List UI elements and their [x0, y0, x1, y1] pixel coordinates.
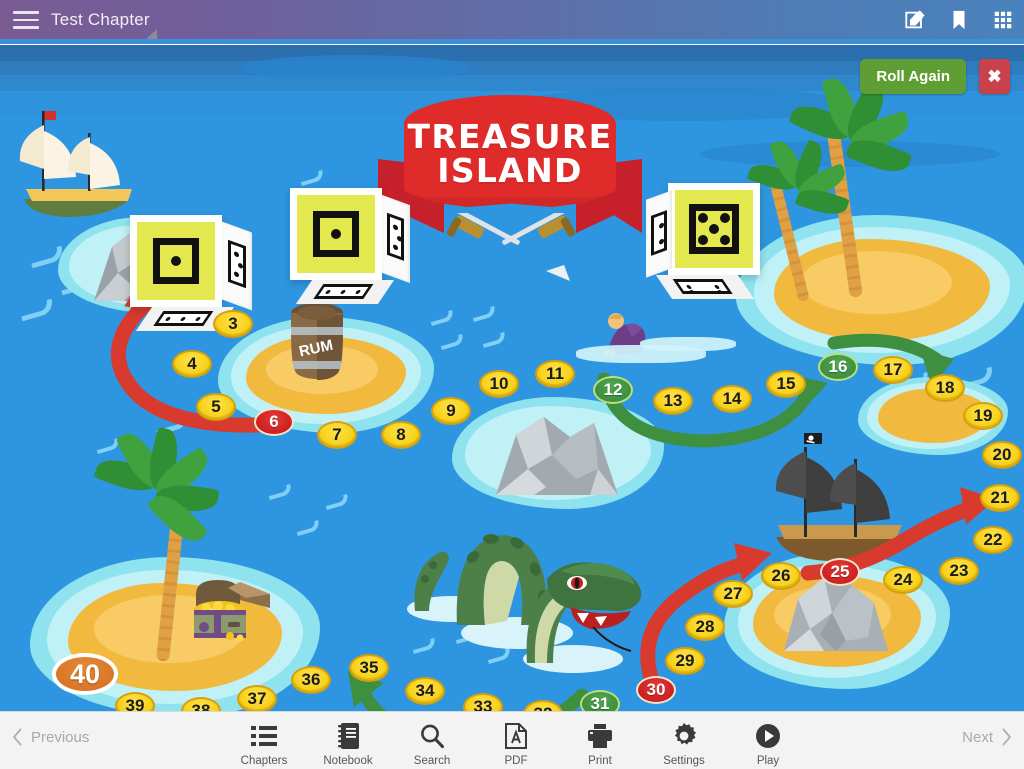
board-space-20[interactable]: 20 [982, 441, 1022, 469]
tool-chapters-label: Chapters [240, 755, 288, 767]
board-space-40[interactable]: 40 [52, 653, 118, 695]
tool-pdf-label: PDF [504, 755, 528, 767]
bottom-toolbar: Previous Chapters Notebook Search PDF Pr… [0, 711, 1024, 769]
board-space-35[interactable]: 35 [349, 654, 389, 682]
board-space-9[interactable]: 9 [431, 397, 471, 425]
board-space-13[interactable]: 13 [653, 387, 693, 415]
board-space-7[interactable]: 7 [317, 421, 357, 449]
board-space-34[interactable]: 34 [405, 677, 445, 705]
tool-search[interactable]: Search [390, 717, 474, 767]
tool-notebook-label: Notebook [323, 755, 373, 767]
hamburger-menu-icon[interactable] [13, 11, 39, 29]
board-space-25[interactable]: 25 [820, 558, 860, 586]
board-space-16[interactable]: 16 [818, 353, 858, 381]
palm-tree-bottom-left [93, 426, 220, 662]
previous-button[interactable]: Previous [12, 728, 89, 746]
tool-play-label: Play [756, 755, 780, 767]
top-bar-actions [904, 0, 1014, 40]
board-space-19[interactable]: 19 [963, 402, 1003, 430]
sea-serpent [395, 513, 655, 677]
banner-line-2: ISLAND [437, 151, 583, 190]
gear-icon [671, 721, 697, 751]
game-board: RUM TREASURE ISLAND 3 4 5 6 7 8 9 10 11 … [0, 45, 1024, 711]
top-navigation-bar: Test Chapter [0, 0, 1024, 44]
search-icon [419, 721, 445, 751]
palm-tree-top-right-b [746, 136, 850, 303]
printer-icon [587, 721, 613, 751]
tool-settings-label: Settings [663, 755, 705, 767]
chevron-left-icon [12, 728, 22, 746]
swimmer-water-foam-2 [640, 337, 736, 351]
board-space-17[interactable]: 17 [873, 356, 913, 384]
board-space-36[interactable]: 36 [291, 666, 331, 694]
board-space-12[interactable]: 12 [593, 376, 633, 404]
board-space-24[interactable]: 24 [883, 566, 923, 594]
roll-again-button[interactable]: Roll Again [860, 59, 966, 94]
page-title: Test Chapter [51, 10, 150, 29]
close-button[interactable]: ✖ [979, 59, 1010, 94]
pirate-ship-right [760, 425, 910, 570]
island-palm-top-right [736, 215, 1024, 365]
board-space-29[interactable]: 29 [665, 647, 705, 675]
tool-notebook[interactable]: Notebook [306, 717, 390, 767]
board-space-14[interactable]: 14 [712, 385, 752, 413]
sailing-ship-top-left [10, 103, 150, 225]
tool-chapters[interactable]: Chapters [222, 717, 306, 767]
board-space-6[interactable]: 6 [254, 408, 294, 436]
board-space-21[interactable]: 21 [980, 484, 1020, 512]
tool-print[interactable]: Print [558, 717, 642, 767]
tab-notch-decoration [145, 29, 157, 40]
board-space-4[interactable]: 4 [172, 350, 212, 378]
board-space-10[interactable]: 10 [479, 370, 519, 398]
app-root: Test Chapter RUM TREASURE ISLAND 3 4 5 6… [0, 0, 1024, 769]
list-icon [251, 721, 277, 751]
board-space-18[interactable]: 18 [925, 374, 965, 402]
island-rocks-center [452, 397, 664, 509]
treasure-chest [184, 570, 280, 642]
rum-barrel: RUM [284, 301, 350, 385]
banner-body: TREASURE ISLAND [404, 95, 616, 207]
board-space-5[interactable]: 5 [196, 393, 236, 421]
board-space-3[interactable]: 3 [213, 310, 253, 338]
next-label: Next [962, 728, 993, 746]
board-space-30[interactable]: 30 [636, 676, 676, 704]
crossed-swords-icon [446, 206, 576, 283]
tool-pdf[interactable]: PDF [474, 717, 558, 767]
board-space-11[interactable]: 11 [535, 360, 575, 388]
board-space-37[interactable]: 37 [237, 685, 277, 711]
board-space-26[interactable]: 26 [761, 562, 801, 590]
compose-icon[interactable] [904, 9, 926, 31]
tool-print-label: Print [588, 755, 612, 767]
notebook-icon [337, 721, 359, 751]
board-space-22[interactable]: 22 [973, 526, 1013, 554]
pdf-icon [505, 721, 527, 751]
tool-play[interactable]: Play [726, 717, 810, 767]
board-space-28[interactable]: 28 [685, 613, 725, 641]
toolbar-tools: Chapters Notebook Search PDF Print Setti… [222, 717, 810, 767]
bookmark-icon[interactable] [948, 9, 970, 31]
next-button[interactable]: Next [962, 728, 1012, 746]
board-space-31[interactable]: 31 [580, 690, 620, 711]
banner-line-1: TREASURE [407, 117, 613, 157]
tool-settings[interactable]: Settings [642, 717, 726, 767]
grid-icon[interactable] [992, 9, 1014, 31]
board-space-8[interactable]: 8 [381, 421, 421, 449]
board-space-15[interactable]: 15 [766, 370, 806, 398]
board-space-23[interactable]: 23 [939, 557, 979, 585]
board-space-27[interactable]: 27 [713, 580, 753, 608]
chevron-right-icon [1002, 728, 1012, 746]
previous-label: Previous [31, 728, 90, 746]
play-icon [755, 721, 781, 751]
tool-search-label: Search [413, 755, 451, 767]
